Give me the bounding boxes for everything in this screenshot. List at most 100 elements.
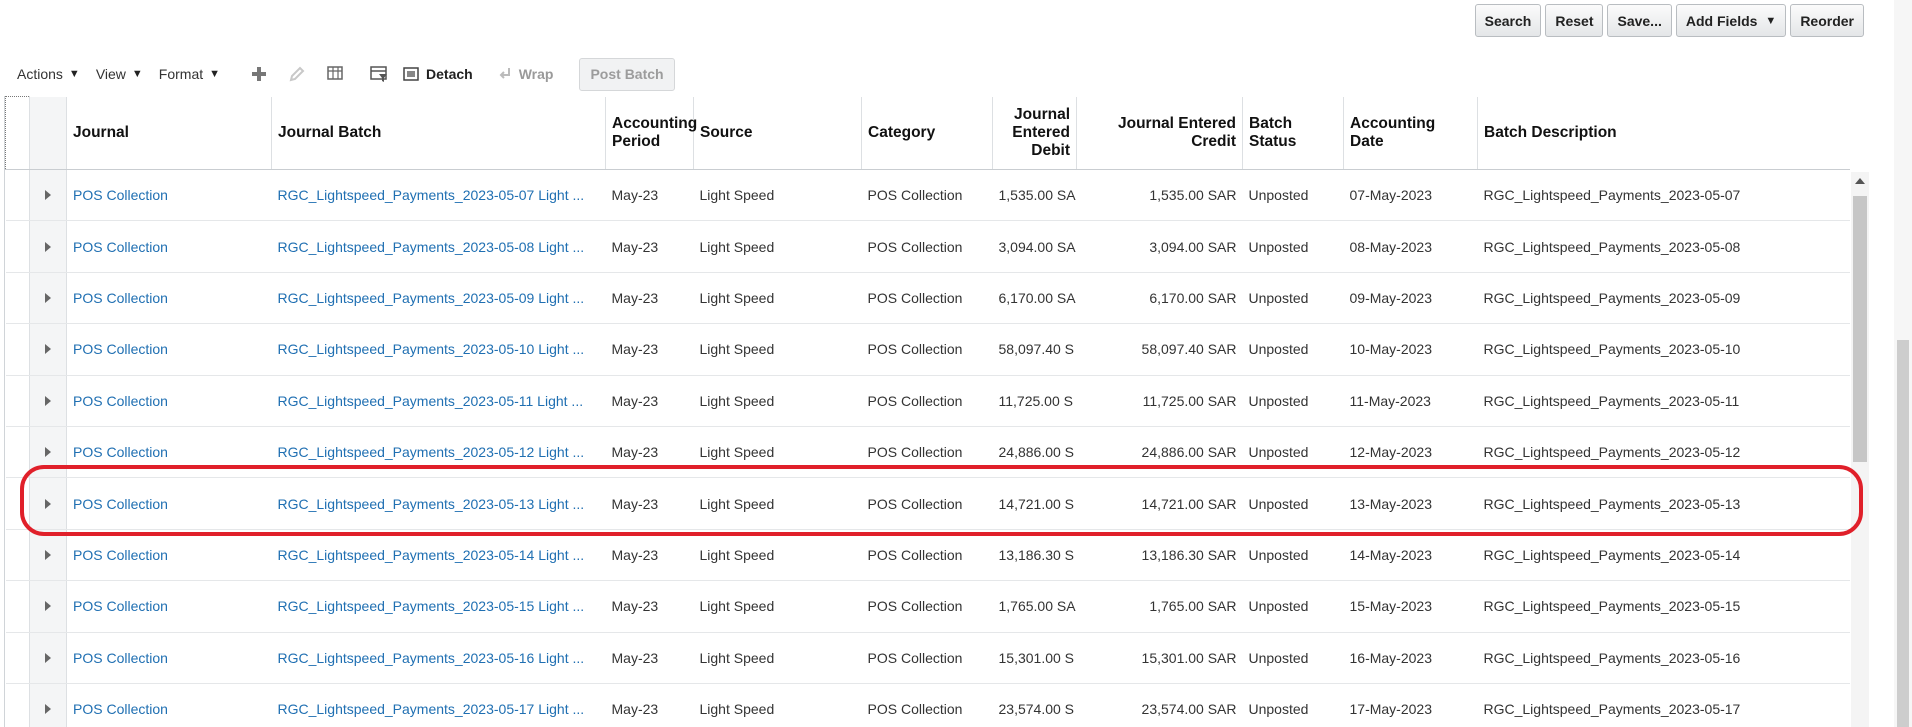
search-button[interactable]: Search: [1474, 4, 1542, 37]
cell-journal-link[interactable]: POS Collection: [73, 341, 168, 357]
table-row[interactable]: POS Collection RGC_Lightspeed_Payments_20…: [5, 375, 1850, 427]
table-row[interactable]: POS Collection RGC_Lightspeed_Payments_20…: [5, 632, 1850, 684]
expand-row-toggle[interactable]: [29, 426, 67, 479]
search-panel-buttons: Search Reset Save... Add Fields ▼ Reorde…: [1474, 4, 1864, 37]
table-row[interactable]: POS Collection RGC_Lightspeed_Payments_20…: [5, 580, 1850, 633]
cell-journal-link[interactable]: POS Collection: [73, 547, 168, 563]
reorder-button[interactable]: Reorder: [1790, 4, 1864, 37]
expand-row-toggle[interactable]: [29, 632, 67, 684]
table-row[interactable]: POS Collection RGC_Lightspeed_Payments_20…: [5, 220, 1850, 273]
table-row[interactable]: POS Collection RGC_Lightspeed_Payments_20…: [5, 683, 1850, 727]
cell-journal-link[interactable]: POS Collection: [73, 187, 168, 203]
expand-row-toggle[interactable]: [29, 220, 67, 273]
row-selector[interactable]: [5, 272, 30, 325]
column-header-entered-debit[interactable]: Journal Entered Debit: [992, 96, 1077, 170]
table-row[interactable]: POS Collection RGC_Lightspeed_Payments_20…: [5, 169, 1850, 222]
view-menu[interactable]: View ▼: [96, 66, 143, 82]
cell-journal-batch-link[interactable]: RGC_Lightspeed_Payments_2023-05-10 Light…: [278, 341, 585, 357]
expand-row-toggle[interactable]: [29, 323, 67, 376]
column-header-accounting-period[interactable]: Accounting Period: [605, 96, 697, 170]
expand-row-toggle[interactable]: [29, 375, 67, 427]
cell-journal: POS Collection: [66, 632, 272, 684]
cell-journal-link[interactable]: POS Collection: [73, 598, 168, 614]
expand-row-toggle[interactable]: [29, 477, 67, 530]
cell-journal-batch-link[interactable]: RGC_Lightspeed_Payments_2023-05-16 Light…: [278, 650, 585, 666]
table-row[interactable]: POS Collection RGC_Lightspeed_Payments_20…: [5, 323, 1850, 376]
add-row-icon[interactable]: [248, 63, 270, 85]
expand-triangle-icon: [45, 601, 51, 612]
cell-journal-batch-link[interactable]: RGC_Lightspeed_Payments_2023-05-13 Light…: [278, 496, 585, 512]
column-header-batch-description[interactable]: Batch Description: [1477, 96, 1850, 170]
cell-journal-batch-link[interactable]: RGC_Lightspeed_Payments_2023-05-11 Light…: [278, 393, 584, 409]
row-selector[interactable]: [5, 632, 30, 684]
row-selector[interactable]: [5, 323, 30, 376]
cell-batch-description: RGC_Lightspeed_Payments_2023-05-08: [1477, 220, 1850, 273]
table-row[interactable]: POS Collection RGC_Lightspeed_Payments_20…: [5, 529, 1850, 582]
page-vertical-scrollbar[interactable]: [1894, 0, 1912, 727]
cell-journal-link[interactable]: POS Collection: [73, 496, 168, 512]
column-header-journal[interactable]: Journal: [66, 96, 272, 170]
column-header-source[interactable]: Source: [693, 96, 862, 170]
column-header-accounting-date[interactable]: Accounting Date: [1343, 96, 1478, 170]
cell-batch-status: Unposted: [1242, 375, 1344, 427]
expand-row-toggle[interactable]: [29, 272, 67, 325]
cell-journal-link[interactable]: POS Collection: [73, 444, 168, 460]
cell-accounting-period: May-23: [605, 220, 694, 273]
cell-journal-batch-link[interactable]: RGC_Lightspeed_Payments_2023-05-09 Light…: [278, 290, 585, 306]
cell-journal-link[interactable]: POS Collection: [73, 239, 168, 255]
cell-journal-batch-link[interactable]: RGC_Lightspeed_Payments_2023-05-12 Light…: [278, 444, 585, 460]
row-selector[interactable]: [5, 683, 30, 727]
table-row[interactable]: POS Collection RGC_Lightspeed_Payments_20…: [5, 426, 1850, 479]
post-batch-button[interactable]: Post Batch: [579, 57, 675, 91]
row-selector[interactable]: [5, 477, 30, 530]
cell-journal-batch-link[interactable]: RGC_Lightspeed_Payments_2023-05-15 Light…: [278, 598, 585, 614]
expand-row-toggle[interactable]: [29, 529, 67, 582]
cell-journal-link[interactable]: POS Collection: [73, 650, 168, 666]
column-header-journal-batch[interactable]: Journal Batch: [271, 96, 606, 170]
column-header-entered-credit[interactable]: Journal Entered Credit: [1076, 96, 1243, 170]
cell-accounting-date: 11-May-2023: [1343, 375, 1478, 427]
cell-journal-batch: RGC_Lightspeed_Payments_2023-05-09 Light…: [271, 272, 606, 325]
table-row[interactable]: POS Collection RGC_Lightspeed_Payments_20…: [5, 272, 1850, 325]
scroll-thumb[interactable]: [1853, 196, 1867, 462]
column-header-batch-status[interactable]: Batch Status: [1242, 96, 1344, 170]
wrap-button[interactable]: Wrap: [497, 66, 553, 82]
scroll-up-arrow-icon[interactable]: [1855, 178, 1865, 184]
cell-batch-description: RGC_Lightspeed_Payments_2023-05-14: [1477, 529, 1850, 582]
edit-pencil-icon[interactable]: [286, 63, 308, 85]
expand-row-toggle[interactable]: [29, 683, 67, 727]
row-selector[interactable]: [5, 426, 30, 479]
cell-journal: POS Collection: [66, 529, 272, 582]
cell-journal-link[interactable]: POS Collection: [73, 701, 168, 717]
expand-row-toggle[interactable]: [29, 169, 67, 222]
save-search-button[interactable]: Save...: [1607, 4, 1672, 37]
format-menu[interactable]: Format ▼: [159, 66, 220, 82]
page-scroll-thumb[interactable]: [1897, 340, 1909, 727]
table-row[interactable]: POS Collection RGC_Lightspeed_Payments_20…: [5, 477, 1850, 530]
row-selector[interactable]: [5, 169, 30, 222]
cell-journal-batch-link[interactable]: RGC_Lightspeed_Payments_2023-05-14 Light…: [278, 547, 585, 563]
cell-journal-link[interactable]: POS Collection: [73, 290, 168, 306]
cell-entered-credit: 24,886.00 SAR: [1076, 426, 1243, 479]
cell-category: POS Collection: [861, 529, 993, 582]
row-selector[interactable]: [5, 529, 30, 582]
actions-menu[interactable]: Actions ▼: [17, 66, 80, 82]
cell-journal-batch-link[interactable]: RGC_Lightspeed_Payments_2023-05-07 Light…: [278, 187, 585, 203]
cell-journal-batch-link[interactable]: RGC_Lightspeed_Payments_2023-05-17 Light…: [278, 701, 585, 717]
freeze-columns-icon[interactable]: [324, 63, 346, 85]
detach-button[interactable]: Detach: [402, 65, 473, 83]
cell-journal-link[interactable]: POS Collection: [73, 393, 168, 409]
expand-row-toggle[interactable]: [29, 580, 67, 633]
cell-entered-credit: 11,725.00 SAR: [1076, 375, 1243, 427]
row-selector[interactable]: [5, 580, 30, 633]
row-selector[interactable]: [5, 375, 30, 427]
query-by-example-icon[interactable]: [368, 63, 390, 85]
row-selector[interactable]: [5, 220, 30, 273]
cell-journal: POS Collection: [66, 477, 272, 530]
column-header-category[interactable]: Category: [861, 96, 993, 170]
add-fields-button[interactable]: Add Fields ▼: [1675, 4, 1787, 37]
table-vertical-scrollbar[interactable]: [1851, 172, 1869, 727]
reset-button[interactable]: Reset: [1545, 4, 1604, 37]
cell-entered-credit: 3,094.00 SAR: [1076, 220, 1243, 273]
cell-journal-batch-link[interactable]: RGC_Lightspeed_Payments_2023-05-08 Light…: [278, 239, 585, 255]
